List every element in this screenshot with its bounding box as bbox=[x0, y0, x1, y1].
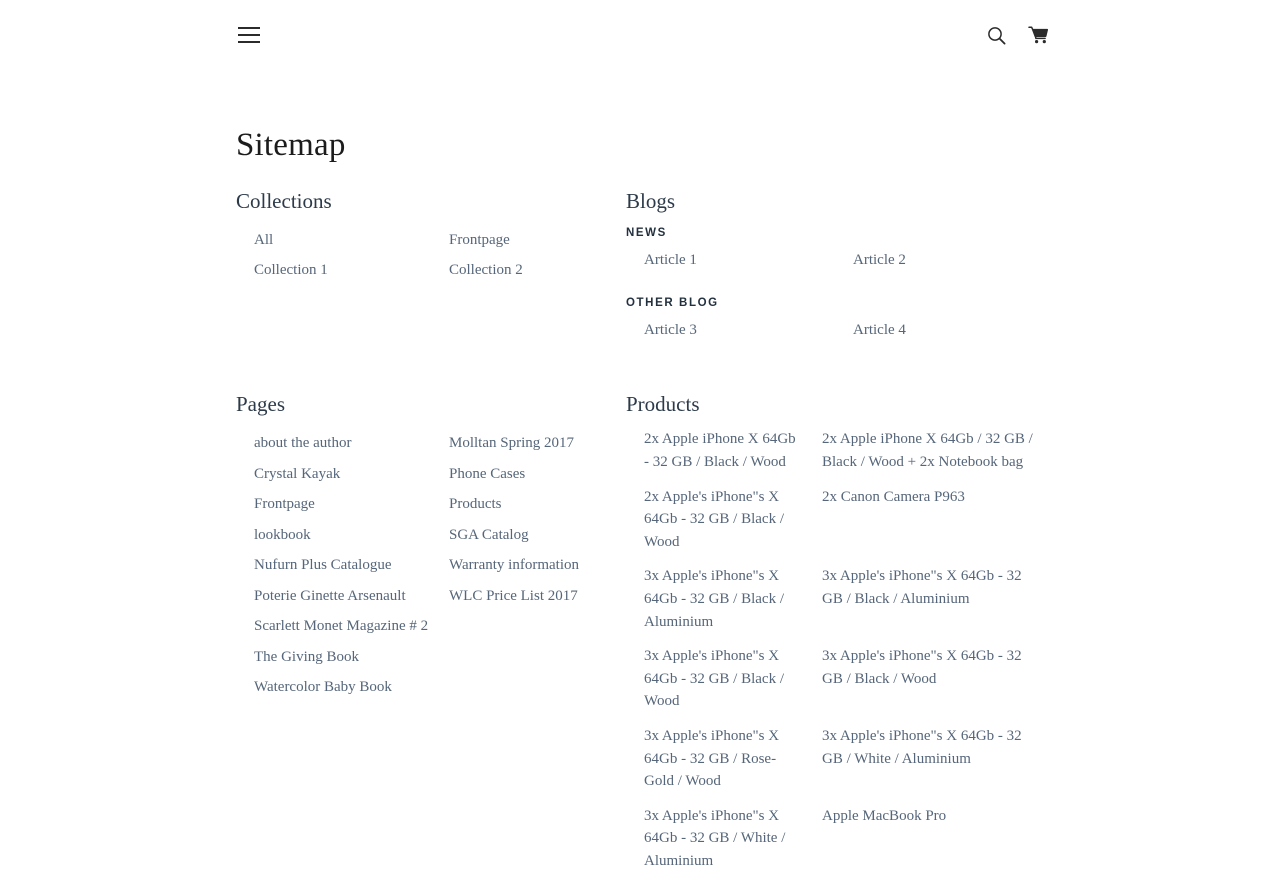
product-link[interactable]: 3x Apple's iPhone"s X 64Gb - 32 GB / Bla… bbox=[626, 565, 804, 645]
product-link[interactable]: 2x Apple's iPhone"s X 64Gb - 32 GB / Bla… bbox=[626, 486, 804, 566]
article-link[interactable]: Article 4 bbox=[835, 315, 1044, 345]
product-link[interactable]: 2x Apple iPhone X 64Gb - 32 GB / Black /… bbox=[626, 428, 804, 485]
products-links: 2x Apple iPhone X 64Gb - 32 GB / Black /… bbox=[626, 428, 1044, 884]
blogs-heading: Blogs bbox=[626, 188, 676, 213]
page-link[interactable]: Nufurn Plus Catalogue bbox=[236, 550, 431, 581]
search-icon[interactable] bbox=[984, 23, 1008, 47]
page-link[interactable]: Molltan Spring 2017 bbox=[431, 428, 626, 459]
page-link[interactable]: Scarlett Monet Magazine # 2 bbox=[236, 611, 431, 642]
blog-column-1: Article 3 bbox=[626, 315, 835, 345]
blog-column-1: Article 1 bbox=[626, 245, 835, 275]
blog-column-2: Article 2 bbox=[835, 245, 1044, 275]
product-link[interactable]: 2x Canon Camera P963 bbox=[804, 486, 1044, 521]
product-link[interactable]: 3x Apple's iPhone"s X 64Gb - 32 GB / Ros… bbox=[626, 725, 804, 805]
blog-group-news: NEWS Article 1 Article 2 bbox=[626, 225, 1044, 275]
pages-heading: Pages bbox=[236, 392, 285, 417]
site-header bbox=[0, 0, 1280, 70]
collection-link[interactable]: Frontpage bbox=[431, 225, 626, 255]
products-heading: Products bbox=[626, 392, 700, 417]
sitemap-page: Sitemap Collections All Collection 1 Fro… bbox=[0, 126, 1280, 884]
collection-link[interactable]: All bbox=[236, 225, 431, 255]
collection-link[interactable]: Collection 1 bbox=[236, 255, 431, 285]
page-link[interactable]: Poterie Ginette Arsenault bbox=[236, 581, 431, 612]
pages-column-2: Molltan Spring 2017 Phone Cases Products… bbox=[431, 428, 626, 703]
product-link[interactable]: 3x Apple's iPhone"s X 64Gb - 32 GB / Bla… bbox=[804, 645, 1044, 702]
page-link[interactable]: WLC Price List 2017 bbox=[431, 581, 626, 612]
products-section: Products 2x Apple iPhone X 64Gb - 32 GB … bbox=[626, 391, 1044, 884]
collections-links: All Collection 1 Frontpage Collection 2 bbox=[236, 225, 626, 285]
product-link[interactable]: 3x Apple's iPhone"s X 64Gb - 32 GB / Bla… bbox=[804, 565, 1044, 622]
collections-section: Collections All Collection 1 Frontpage C… bbox=[236, 188, 626, 345]
page-link[interactable]: about the author bbox=[236, 428, 431, 459]
blogs-section: Blogs NEWS Article 1 Article 2 OTHER BLO… bbox=[626, 188, 1044, 345]
page-link[interactable]: Products bbox=[431, 489, 626, 520]
article-link[interactable]: Article 2 bbox=[835, 245, 1044, 275]
pages-section: Pages about the author Crystal Kayak Fro… bbox=[236, 391, 626, 884]
page-link[interactable]: Warranty information bbox=[431, 550, 626, 581]
page-link[interactable]: SGA Catalog bbox=[431, 520, 626, 551]
page-link[interactable]: The Giving Book bbox=[236, 642, 431, 673]
collections-column-2: Frontpage Collection 2 bbox=[431, 225, 626, 285]
product-link[interactable]: 3x Apple's iPhone"s X 64Gb - 32 GB / Whi… bbox=[804, 725, 1044, 782]
blog-group-other-blog: OTHER BLOG Article 3 Article 4 bbox=[626, 295, 1044, 345]
product-link[interactable]: 2x Apple iPhone X 64Gb / 32 GB / Black /… bbox=[804, 428, 1044, 485]
shopping-cart-icon[interactable] bbox=[1026, 23, 1050, 47]
hamburger-bar-2 bbox=[238, 34, 260, 36]
collection-link[interactable]: Collection 2 bbox=[431, 255, 626, 285]
page-link[interactable]: Frontpage bbox=[236, 489, 431, 520]
hamburger-bar-3 bbox=[238, 41, 260, 43]
blog-group-links: Article 1 Article 2 bbox=[626, 245, 1044, 275]
blog-group-links: Article 3 Article 4 bbox=[626, 315, 1044, 345]
collections-heading: Collections bbox=[236, 188, 332, 213]
page-title: Sitemap bbox=[236, 127, 346, 163]
sitemap-grid: Collections All Collection 1 Frontpage C… bbox=[236, 188, 1044, 884]
page-link[interactable]: Watercolor Baby Book bbox=[236, 672, 431, 703]
article-link[interactable]: Article 1 bbox=[626, 245, 835, 275]
article-link[interactable]: Article 3 bbox=[626, 315, 835, 345]
pages-column-1: about the author Crystal Kayak Frontpage… bbox=[236, 428, 431, 703]
page-link[interactable]: lookbook bbox=[236, 520, 431, 551]
blog-group-title: NEWS bbox=[626, 226, 667, 239]
blog-group-title: OTHER BLOG bbox=[626, 296, 719, 309]
product-link[interactable]: 3x Apple's iPhone"s X 64Gb - 32 GB / Bla… bbox=[626, 645, 804, 725]
page-link[interactable]: Phone Cases bbox=[431, 459, 626, 490]
collections-column-1: All Collection 1 bbox=[236, 225, 431, 285]
blog-column-2: Article 4 bbox=[835, 315, 1044, 345]
pages-links: about the author Crystal Kayak Frontpage… bbox=[236, 428, 626, 703]
product-link[interactable]: Apple MacBook Pro bbox=[804, 805, 1044, 840]
page-link[interactable]: Crystal Kayak bbox=[236, 459, 431, 490]
header-actions bbox=[984, 23, 1050, 47]
product-link[interactable]: 3x Apple's iPhone"s X 64Gb - 32 GB / Whi… bbox=[626, 805, 804, 884]
hamburger-icon[interactable] bbox=[238, 24, 260, 46]
hamburger-bar-1 bbox=[238, 27, 260, 29]
